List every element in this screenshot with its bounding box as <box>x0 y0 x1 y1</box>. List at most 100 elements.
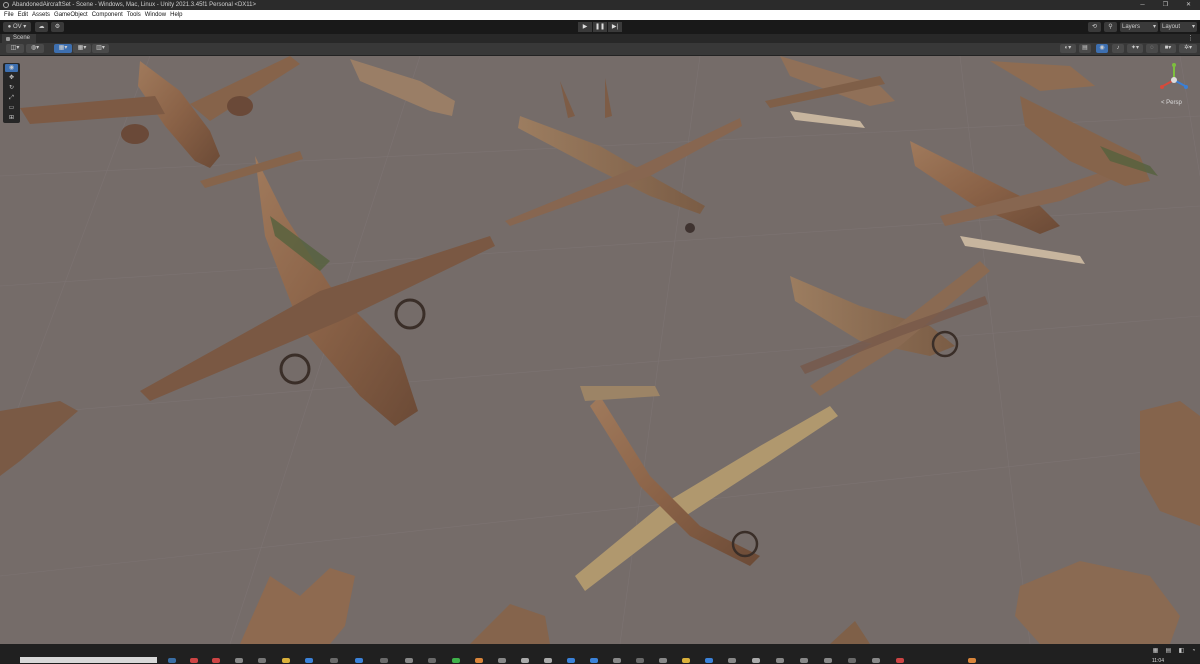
aircraft-partial-bottom[interactable] <box>240 401 1200 644</box>
aircraft-fuselage-top[interactable] <box>350 59 455 116</box>
app-icon[interactable] <box>190 658 198 663</box>
gizmos-dropdown[interactable]: ✲▾ <box>1179 44 1197 53</box>
app-icon[interactable] <box>405 658 413 663</box>
camera-dropdown[interactable]: ■▾ <box>1160 44 1176 53</box>
cloud-button[interactable]: ☁ <box>35 22 48 32</box>
pivot-mode-dropdown[interactable]: ◫▾ <box>6 44 24 53</box>
gear-icon: ⚙ <box>54 24 61 30</box>
2d-toggle[interactable]: ▤ <box>1079 44 1091 53</box>
draw-mode-dropdown[interactable]: ◐▾ <box>1060 44 1076 53</box>
app-icon[interactable] <box>752 658 760 663</box>
app-icon[interactable] <box>235 658 243 663</box>
app-icon[interactable] <box>305 658 313 663</box>
app-icon[interactable] <box>872 658 880 663</box>
scene-viewport[interactable] <box>0 56 1200 644</box>
app-icon[interactable] <box>498 658 506 663</box>
search-button[interactable]: ⚲ <box>1104 22 1117 32</box>
app-icon[interactable] <box>380 658 388 663</box>
menu-assets[interactable]: Assets <box>32 12 50 18</box>
rotate-tool[interactable]: ↻ <box>5 84 18 92</box>
app-icon[interactable] <box>567 658 575 663</box>
battery-icon[interactable]: ◧ <box>1178 648 1185 655</box>
network-icon[interactable]: ▦ <box>1152 648 1159 655</box>
effects-dropdown[interactable]: ✦▾ <box>1127 44 1143 53</box>
taskbar-preview <box>20 657 157 663</box>
notification-icon[interactable]: ◔ <box>1190 648 1197 655</box>
maximize-button[interactable]: ❐ <box>1154 0 1177 10</box>
app-icon[interactable] <box>659 658 667 663</box>
scale-tool[interactable]: ⤢ <box>5 94 18 102</box>
minimize-button[interactable]: ─ <box>1131 0 1154 10</box>
aircraft-airliner[interactable] <box>20 56 300 168</box>
scene-toolbar: ◫▾ ◍▾ ▦▾ ▦▾ ▥▾ ◐▾ ▤ ◉ ♪ ✦▾ ◌ ■▾ ✲▾ <box>0 43 1200 56</box>
app-icon[interactable] <box>258 658 266 663</box>
transform-tool[interactable]: ⊞ <box>5 114 18 122</box>
aircraft-transport[interactable] <box>140 151 495 426</box>
play-button[interactable]: ▶ <box>578 22 592 32</box>
step-button[interactable]: ▶| <box>608 22 622 32</box>
app-icon[interactable] <box>728 658 736 663</box>
app-icon[interactable] <box>896 658 904 663</box>
aircraft-biplane-large[interactable] <box>575 386 838 591</box>
app-icon[interactable] <box>968 658 976 663</box>
play-controls: ▶ ❚❚ ▶| <box>578 22 623 32</box>
tab-menu-icon[interactable]: ⋮ <box>1187 34 1194 43</box>
app-icon[interactable] <box>330 658 338 663</box>
grid-icon: ▦ <box>58 45 65 51</box>
app-icon[interactable] <box>705 658 713 663</box>
move-tool[interactable]: ✥ <box>5 74 18 82</box>
volume-icon[interactable]: ▤ <box>1165 648 1172 655</box>
app-icon[interactable] <box>544 658 552 663</box>
aircraft-constellation[interactable] <box>505 78 742 233</box>
menu-gameobject[interactable]: GameObject <box>54 12 88 18</box>
app-icon[interactable] <box>824 658 832 663</box>
menu-file[interactable]: File <box>4 12 14 18</box>
app-icon[interactable] <box>848 658 856 663</box>
scene-tab-bar: Scene ⋮ <box>0 34 1200 43</box>
app-icon[interactable] <box>613 658 621 663</box>
scene-render <box>0 56 1200 644</box>
app-icon[interactable] <box>428 658 436 663</box>
grid-snap-dropdown[interactable]: ▦▾ <box>54 44 72 53</box>
app-icon[interactable] <box>282 658 290 663</box>
layers-dropdown[interactable]: Layers ▾ <box>1120 22 1158 32</box>
app-icon[interactable] <box>355 658 363 663</box>
menu-window[interactable]: Window <box>145 12 166 18</box>
menu-component[interactable]: Component <box>92 12 123 18</box>
global-local-dropdown[interactable]: ◍▾ <box>26 44 44 53</box>
grid-visibility-dropdown[interactable]: ▦▾ <box>73 44 91 53</box>
layout-dropdown[interactable]: Layout ▾ <box>1160 22 1197 32</box>
app-icon[interactable] <box>776 658 784 663</box>
aircraft-seaplane-top[interactable] <box>765 56 895 128</box>
aircraft-biplane[interactable] <box>790 261 990 396</box>
tab-scene[interactable]: Scene <box>2 34 37 43</box>
app-icon[interactable] <box>475 658 483 663</box>
menu-edit[interactable]: Edit <box>18 12 28 18</box>
menu-help[interactable]: Help <box>170 12 182 18</box>
increment-snap-dropdown[interactable]: ▥▾ <box>92 44 109 53</box>
undo-history-button[interactable]: ⟲ <box>1088 22 1101 32</box>
layers-label: Layers <box>1122 24 1141 30</box>
menu-tools[interactable]: Tools <box>127 12 141 18</box>
app-icon[interactable] <box>168 658 176 663</box>
app-icon[interactable] <box>682 658 690 663</box>
lighting-toggle[interactable]: ◉ <box>1096 44 1108 53</box>
hidden-objects-toggle[interactable]: ◌ <box>1146 44 1158 53</box>
app-icon[interactable] <box>636 658 644 663</box>
close-button[interactable]: ✕ <box>1177 0 1200 10</box>
audio-toggle[interactable]: ♪ <box>1112 44 1124 53</box>
taskbar-clock[interactable]: 11:04 <box>1152 658 1164 664</box>
app-icon[interactable] <box>452 658 460 663</box>
services-button[interactable]: ⚙ <box>51 22 64 32</box>
pause-button[interactable]: ❚❚ <box>593 22 607 32</box>
app-icon[interactable] <box>521 658 529 663</box>
app-icon[interactable] <box>212 658 220 663</box>
aircraft-fighter-right[interactable] <box>990 61 1158 186</box>
rect-tool[interactable]: ▭ <box>5 104 18 112</box>
aircraft-partial-left[interactable] <box>0 401 78 476</box>
app-icon[interactable] <box>800 658 808 663</box>
account-dropdown[interactable]: ● OV ▾ <box>3 22 31 32</box>
projection-label[interactable]: < Persp <box>1161 100 1182 106</box>
view-tool[interactable]: ◉ <box>5 64 18 72</box>
app-icon[interactable] <box>590 658 598 663</box>
